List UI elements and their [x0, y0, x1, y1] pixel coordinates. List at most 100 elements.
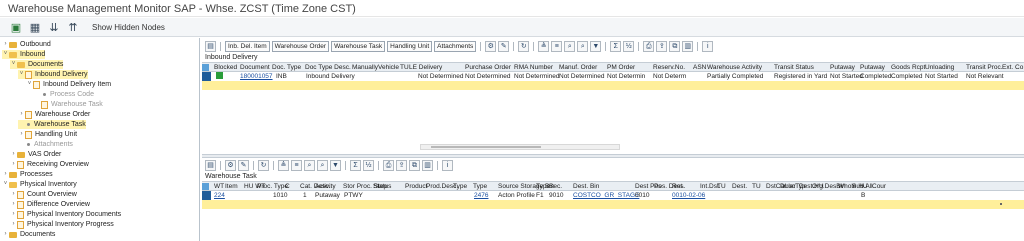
row-selector[interactable] [202, 191, 211, 200]
change-menu-icon[interactable]: ✎ [498, 41, 510, 52]
tree-node-difference-overview[interactable]: › Difference Overview [10, 200, 90, 209]
export-icon[interactable]: ⇪ [396, 160, 407, 171]
chevron-right-icon[interactable]: › [2, 230, 9, 239]
dest-bin-link[interactable]: 0010-02-06 [672, 191, 705, 200]
handling-unit-button[interactable]: Handling Unit [387, 41, 433, 52]
refresh-icon[interactable]: ↻ [258, 160, 269, 171]
wt-col-tu[interactable]: TU [717, 182, 726, 190]
product-link[interactable]: 2476 [474, 191, 488, 200]
tree-node-documents[interactable]: › Documents [2, 230, 56, 239]
sort-desc-icon[interactable]: ≡ [551, 41, 563, 52]
find-icon[interactable]: ⌕ [304, 160, 315, 171]
chevron-down-icon[interactable]: ˅ [2, 180, 9, 189]
tree-node-handling-unit[interactable]: › Handling Unit [18, 130, 77, 139]
tree-node-process-code[interactable]: Process Code [34, 90, 94, 99]
col-transit-proc[interactable]: Transit Proc. [966, 63, 1003, 71]
col-pm-order[interactable]: PM Order [607, 63, 635, 71]
col-ext-co[interactable]: Ext. Co [1002, 63, 1023, 71]
tree-node-count-overview[interactable]: › Count Overview [10, 190, 77, 199]
find-icon[interactable]: ⌕ [564, 41, 576, 52]
sort-desc-icon[interactable]: ≡ [291, 160, 302, 171]
col-reserv-no[interactable]: Reserv.No. [653, 63, 685, 71]
chevron-right-icon[interactable]: › [2, 40, 9, 49]
wt-col-product[interactable]: Product [405, 182, 427, 190]
tree-node-physical-inventory[interactable]: ˅ Physical Inventory [2, 180, 77, 189]
wt-col-sub-all[interactable]: Sub.All [852, 182, 873, 190]
tree-node-receiving-overview[interactable]: › Receiving Overview [10, 160, 89, 169]
col-transit-status[interactable]: Transit Status [774, 63, 814, 71]
wt-col-activity[interactable]: Activity [315, 182, 336, 190]
chevron-down-icon[interactable]: ˅ [2, 50, 9, 59]
process-menu-icon[interactable]: ⚙ [225, 160, 236, 171]
wt-col-dest-bin[interactable]: Dest. Bin [573, 182, 599, 190]
wt-col-c[interactable]: C [285, 182, 290, 190]
views-icon[interactable]: ⧉ [409, 160, 420, 171]
sum-icon[interactable]: Σ [610, 41, 622, 52]
wt-col-cour[interactable]: Cour [872, 182, 886, 190]
wt-col-item[interactable]: Item [225, 182, 238, 190]
tree-node-vas-order[interactable]: › VAS Order [10, 150, 62, 159]
col-warehouse-activity[interactable]: Warehouse Activity [707, 63, 762, 71]
chevron-right-icon[interactable]: › [10, 150, 17, 159]
wt-col-res-[interactable]: Res. [672, 182, 685, 190]
info-icon[interactable]: i [442, 160, 453, 171]
col-vehicle[interactable]: Vehicle [378, 63, 399, 71]
col-tu[interactable]: TU [400, 63, 409, 71]
tree-node-warehouse-task[interactable]: Warehouse Task [34, 100, 103, 109]
col-unloading[interactable]: Unloading [925, 63, 954, 71]
table-icon[interactable]: ▦ [29, 21, 41, 34]
col-goods-rcpt[interactable]: Goods Rcpt [891, 63, 925, 71]
wt-col-type[interactable]: Type [536, 182, 550, 190]
col-purchase-order[interactable]: Purchase Order [465, 63, 511, 71]
tree-node-physical-inventory-documents[interactable]: › Physical Inventory Documents [10, 210, 121, 219]
tree-node-attachments[interactable]: Attachments [18, 140, 73, 149]
tree-node-warehouse-order[interactable]: › Warehouse Order [18, 110, 90, 119]
chevron-right-icon[interactable]: › [18, 110, 25, 119]
find-next-icon[interactable]: ⌕ [317, 160, 328, 171]
sum-icon[interactable]: Σ [350, 160, 361, 171]
subtotal-icon[interactable]: ½ [623, 41, 635, 52]
details-icon[interactable]: ▤ [205, 160, 216, 171]
col-putaway-2[interactable]: Putaway [860, 63, 885, 71]
details-icon[interactable]: ▤ [205, 41, 216, 52]
refresh-icon[interactable]: ↻ [518, 41, 530, 52]
chevron-right-icon[interactable]: › [10, 160, 17, 169]
chevron-right-icon[interactable]: › [2, 170, 9, 179]
horizontal-scrollbar[interactable] [420, 144, 620, 150]
save-layout-icon[interactable]: ▣ [10, 21, 22, 34]
col-document[interactable]: Document [240, 63, 270, 71]
wt-col-dest-[interactable]: Dest. [732, 182, 747, 190]
wt-col-sec-[interactable]: Sec. [549, 182, 562, 190]
attachments-button[interactable]: Attachments [434, 41, 477, 52]
layout-icon[interactable]: ▥ [682, 41, 694, 52]
expand-all-icon[interactable]: ⇊ [48, 21, 60, 34]
col-rma-number[interactable]: RMA Number [514, 63, 553, 71]
sort-asc-icon[interactable]: ≜ [538, 41, 550, 52]
tree-node-warehouse-task[interactable]: Warehouse Task [18, 120, 86, 129]
chevron-right-icon[interactable]: › [18, 130, 25, 139]
tree-node-processes[interactable]: › Processes [2, 170, 53, 179]
layout-icon[interactable]: ▥ [422, 160, 433, 171]
process-menu-icon[interactable]: ⚙ [485, 41, 497, 52]
subtotal-icon[interactable]: ½ [363, 160, 374, 171]
wt-col-tu[interactable]: TU [752, 182, 761, 190]
wt-col-type[interactable]: Type [473, 182, 487, 190]
tree-node-inbound[interactable]: ˅ Inbound [2, 50, 46, 59]
chevron-down-icon[interactable]: ˅ [18, 70, 25, 79]
tree-node-documents[interactable]: ˅ Documents [10, 60, 64, 69]
warehouse-task-button[interactable]: Warehouse Task [331, 41, 386, 52]
col-le-delivery[interactable]: LE Delivery [409, 63, 442, 71]
wt-link[interactable]: 224 [214, 191, 225, 200]
inb-del-item-button[interactable]: Inb. Del. Item [225, 41, 270, 52]
col-asn[interactable]: ASN [693, 63, 706, 71]
wt-col-type[interactable]: Type [453, 182, 467, 190]
print-icon[interactable]: ⎙ [643, 41, 655, 52]
chevron-right-icon[interactable]: › [10, 210, 17, 219]
row-selector[interactable] [202, 72, 211, 81]
filter-icon[interactable]: ▼ [590, 41, 602, 52]
print-icon[interactable]: ⎙ [383, 160, 394, 171]
tree-node-inbound-delivery-item[interactable]: ˅ Inbound Delivery Item [26, 80, 111, 89]
chevron-down-icon[interactable]: ˅ [26, 80, 33, 89]
wt-col-status[interactable]: Status [373, 182, 391, 190]
find-next-icon[interactable]: ⌕ [577, 41, 589, 52]
